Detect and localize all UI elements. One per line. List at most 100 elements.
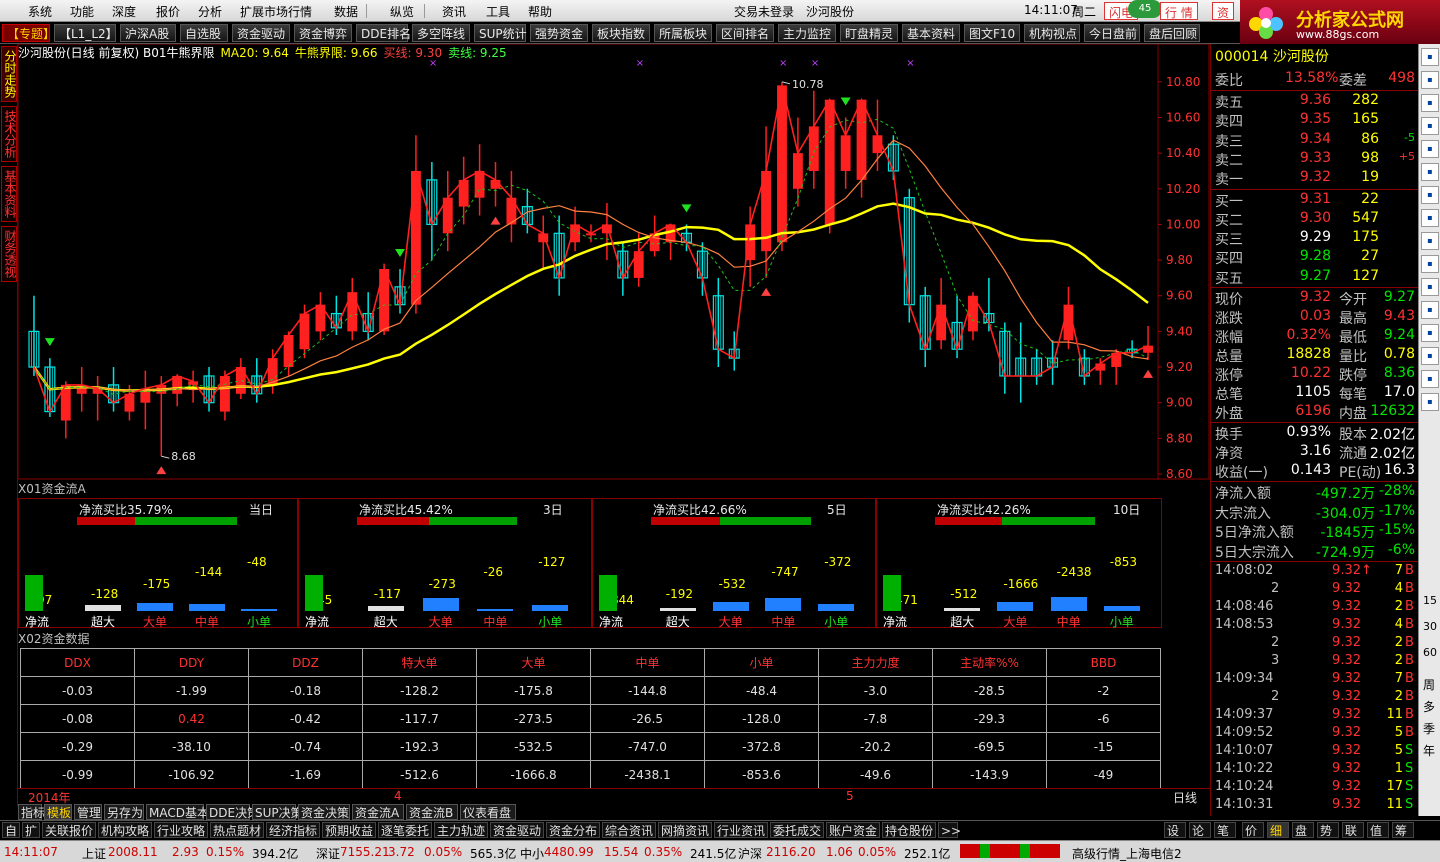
- toolbar-tab[interactable]: 资金博弈: [294, 24, 352, 42]
- table-header[interactable]: 主力力度: [818, 648, 933, 677]
- tool-icon[interactable]: ▪: [1421, 255, 1439, 273]
- indicator-tab[interactable]: 另存为: [104, 804, 144, 820]
- function-tab[interactable]: 行业攻略: [154, 822, 208, 838]
- quote-button[interactable]: 行 情: [1160, 2, 1198, 20]
- function-tab[interactable]: 机构攻略: [98, 822, 152, 838]
- notification-badge[interactable]: 45: [1128, 0, 1162, 18]
- table-header[interactable]: DDZ: [248, 648, 363, 677]
- bid-row[interactable]: 买一 9.31 22: [1215, 191, 1415, 210]
- period-button[interactable]: 60: [1423, 646, 1437, 659]
- menu-system[interactable]: 系统: [28, 3, 52, 20]
- function-tab[interactable]: >>: [938, 822, 961, 838]
- menu-news[interactable]: 资讯: [442, 3, 466, 20]
- function-tab[interactable]: 账户资金: [826, 822, 880, 838]
- kline-chart[interactable]: 8.60 8.80 9.00 9.20 9.40 9.60 9.80 10.00 10.20 10…: [18, 44, 1210, 480]
- indicator-tab[interactable]: 仪表看盘: [460, 804, 516, 820]
- table-header[interactable]: 中单: [590, 648, 705, 677]
- indicator-tab[interactable]: 指标: [18, 804, 45, 820]
- panel-tab[interactable]: 笔: [1214, 822, 1236, 838]
- function-tab[interactable]: 主力轨迹: [434, 822, 488, 838]
- tool-icon[interactable]: ▪: [1421, 278, 1439, 296]
- toolbar-tab[interactable]: 盯盘精灵: [840, 24, 898, 42]
- panel-tab[interactable]: 价: [1242, 822, 1264, 838]
- tool-icon[interactable]: ▪: [1421, 163, 1439, 181]
- function-tab[interactable]: 扩: [22, 822, 40, 838]
- function-tab[interactable]: 逐笔委托: [378, 822, 432, 838]
- function-tab[interactable]: 委托成交: [770, 822, 824, 838]
- indicator-tab[interactable]: 资金流B: [406, 804, 458, 820]
- function-tab[interactable]: 持仓股份: [882, 822, 936, 838]
- toolbar-tab[interactable]: SUP统计: [474, 24, 527, 42]
- toolbar-tab[interactable]: 板块指数: [592, 24, 650, 42]
- tool-icon[interactable]: ▪: [1421, 71, 1439, 89]
- toolbar-tab[interactable]: DDE排名: [356, 24, 411, 42]
- function-tab[interactable]: 热点题材: [210, 822, 264, 838]
- panel-tab[interactable]: 细: [1267, 822, 1289, 838]
- toolbar-tab[interactable]: 所属板块: [654, 24, 712, 42]
- table-header[interactable]: 特大单: [362, 648, 477, 677]
- tool-icon[interactable]: ▪: [1421, 94, 1439, 112]
- function-tab[interactable]: 行业资讯: [714, 822, 768, 838]
- period-button[interactable]: 季: [1423, 720, 1435, 737]
- table-header[interactable]: 主动率%%: [932, 648, 1047, 677]
- bid-row[interactable]: 买五 9.27 127: [1215, 268, 1415, 287]
- panel-tab[interactable]: 设: [1164, 822, 1186, 838]
- function-tab[interactable]: 资金驱动: [490, 822, 544, 838]
- table-header[interactable]: DDY: [134, 648, 249, 677]
- function-tab[interactable]: 资金分布: [546, 822, 600, 838]
- toolbar-tab[interactable]: 多空阵线: [412, 24, 470, 42]
- ask-row[interactable]: 卖三 9.34 86 -5: [1215, 131, 1415, 150]
- menu-tools[interactable]: 工具: [486, 3, 510, 20]
- menu-function[interactable]: 功能: [70, 3, 94, 20]
- panel-tab[interactable]: 势: [1317, 822, 1339, 838]
- period-button[interactable]: 多: [1423, 698, 1435, 715]
- tool-icon[interactable]: ▪: [1421, 140, 1439, 158]
- bid-row[interactable]: 买四 9.28 27: [1215, 248, 1415, 267]
- ask-row[interactable]: 卖一 9.32 19: [1215, 169, 1415, 188]
- toolbar-tab[interactable]: 今日盘前: [1084, 24, 1140, 42]
- panel-tab[interactable]: 筹: [1392, 822, 1414, 838]
- indicator-tab[interactable]: MACD基本: [146, 804, 209, 820]
- toolbar-tab[interactable]: 【专题】: [2, 24, 55, 42]
- panel-tab[interactable]: 论: [1189, 822, 1211, 838]
- tool-icon[interactable]: ▪: [1421, 301, 1439, 319]
- period-button[interactable]: 周: [1423, 676, 1435, 693]
- toolbar-tab[interactable]: 【L1_L2】: [54, 24, 118, 42]
- toolbar-tab[interactable]: 图文F10: [964, 24, 1020, 42]
- asset-button[interactable]: 资: [1212, 2, 1235, 20]
- tool-icon[interactable]: ▪: [1421, 347, 1439, 365]
- table-header[interactable]: 小单: [704, 648, 819, 677]
- table-header[interactable]: DDX: [20, 648, 135, 677]
- tab-intraday[interactable]: 分时走势: [1, 46, 17, 102]
- menu-extended-market[interactable]: 扩展市场行情: [240, 3, 312, 20]
- toolbar-tab[interactable]: 区间排名: [716, 24, 774, 42]
- menu-data[interactable]: 数据: [334, 3, 358, 20]
- tool-icon[interactable]: ▪: [1421, 209, 1439, 227]
- tool-icon[interactable]: ▪: [1421, 370, 1439, 388]
- period-button[interactable]: 年: [1423, 742, 1435, 759]
- period-button[interactable]: 30: [1423, 620, 1437, 633]
- server-status[interactable]: 高级行情_上海电信2: [1072, 845, 1182, 862]
- panel-tab[interactable]: 联: [1342, 822, 1364, 838]
- panel-tab[interactable]: 值: [1367, 822, 1389, 838]
- tool-icon[interactable]: ▪: [1421, 232, 1439, 250]
- indicator-tab[interactable]: 资金决策: [298, 804, 350, 820]
- tab-technical[interactable]: 技术分析: [1, 106, 17, 162]
- toolbar-tab[interactable]: 盘后回顾: [1144, 24, 1200, 42]
- toolbar-tab[interactable]: 强势资金: [530, 24, 588, 42]
- menu-overview[interactable]: 纵览: [390, 3, 414, 20]
- menu-depth[interactable]: 深度: [112, 3, 136, 20]
- bid-row[interactable]: 买三 9.29 175: [1215, 229, 1415, 248]
- toolbar-tab[interactable]: 基本资料: [902, 24, 960, 42]
- indicator-tab[interactable]: DDE决策: [206, 804, 259, 820]
- tool-icon[interactable]: ▪: [1421, 48, 1439, 66]
- menu-analysis[interactable]: 分析: [198, 3, 222, 20]
- function-tab[interactable]: 关联报价: [42, 822, 96, 838]
- table-header[interactable]: BBD: [1046, 648, 1161, 677]
- function-tab[interactable]: 经济指标: [266, 822, 320, 838]
- tab-fundamentals[interactable]: 基本资料: [1, 166, 17, 222]
- function-tab[interactable]: 综合资讯: [602, 822, 656, 838]
- function-tab[interactable]: 预期收益: [322, 822, 376, 838]
- indicator-tab[interactable]: SUP决策: [252, 804, 303, 820]
- function-tab[interactable]: 网摘资讯: [658, 822, 712, 838]
